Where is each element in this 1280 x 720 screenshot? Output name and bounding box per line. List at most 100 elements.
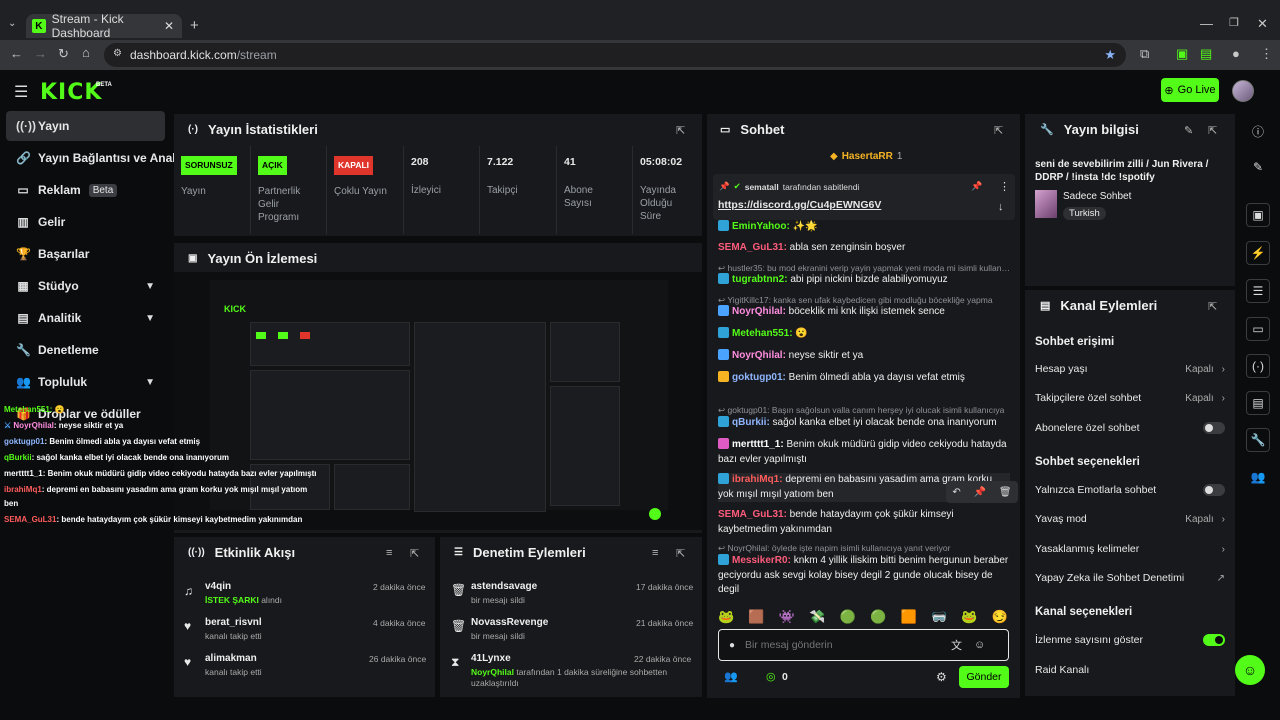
close-window-icon[interactable]: ✕ bbox=[1257, 16, 1268, 32]
hamburger-menu-icon[interactable]: ☰ bbox=[14, 82, 28, 102]
chat-settings-icon[interactable]: ● bbox=[729, 640, 735, 651]
chat-user[interactable]: Metehan551: bbox=[732, 328, 793, 339]
tab-search-icon[interactable]: ⌄ bbox=[8, 18, 16, 29]
slow-mode-row[interactable]: Yavaş mod Kapalı › bbox=[1035, 513, 1225, 525]
emote-icon[interactable]: 🥽 bbox=[931, 609, 947, 625]
translate-icon[interactable]: 文 bbox=[951, 637, 962, 653]
more-options-icon[interactable]: ⋮ bbox=[999, 180, 1010, 193]
show-viewcount-toggle[interactable] bbox=[1203, 634, 1225, 646]
channel-actions-icon[interactable]: ▤ bbox=[1242, 388, 1274, 418]
chat-user[interactable]: EminYahoo: bbox=[732, 221, 790, 232]
address-bar[interactable]: ⚙ dashboard.kick.com/stream ★ bbox=[104, 43, 1126, 67]
emote-icon[interactable]: 🟢 bbox=[870, 609, 886, 625]
category-name[interactable]: Sadece Sohbet bbox=[1063, 191, 1131, 202]
chat-input-box[interactable]: ● 文 ☺ bbox=[718, 629, 1009, 661]
browser-tab[interactable]: K Stream - Kick Dashboard ✕ bbox=[26, 12, 182, 40]
filter-icon[interactable]: ≡ bbox=[386, 547, 392, 559]
sidebar-item-moderation[interactable]: 🔧 Denetleme bbox=[6, 335, 165, 365]
chat-user[interactable]: qBurkii: bbox=[732, 417, 770, 428]
popout-icon[interactable]: ⇱ bbox=[1208, 300, 1217, 313]
emote-icon[interactable]: 🟧 bbox=[901, 609, 917, 625]
broadcast-icon[interactable]: (·) bbox=[1242, 351, 1274, 381]
go-live-button[interactable]: ⊕ Go Live bbox=[1161, 78, 1219, 102]
reload-icon[interactable]: ↻ bbox=[58, 46, 69, 62]
chat-user[interactable]: SEMA_GuL31: bbox=[718, 242, 787, 253]
info-icon[interactable]: ⓘ bbox=[1242, 116, 1274, 146]
sidebar-item-ads[interactable]: ▭ Reklam Beta bbox=[6, 175, 165, 205]
extensions-icon[interactable]: ⧉ bbox=[1140, 46, 1149, 62]
translate-icon[interactable]: ▤ bbox=[1200, 46, 1212, 62]
support-chat-icon[interactable]: ☺ bbox=[1235, 655, 1265, 685]
minimize-icon[interactable]: — bbox=[1200, 16, 1213, 31]
raid-channel-row[interactable]: Raid Kanalı bbox=[1035, 664, 1225, 676]
list-icon[interactable]: ☰ bbox=[1242, 276, 1274, 306]
sidebar-item-studio[interactable]: ▦ Stüdyo ▼ bbox=[6, 271, 165, 301]
gear-icon[interactable]: ⚙ bbox=[936, 670, 947, 684]
send-button[interactable]: Gönder bbox=[959, 666, 1009, 688]
emote-icon[interactable]: 💸 bbox=[809, 609, 825, 625]
ai-moderation-row[interactable]: Yapay Zeka ile Sohbet Denetimi ↗ bbox=[1035, 572, 1225, 584]
chat-user[interactable]: ibrahiMq1: bbox=[732, 474, 783, 485]
emoji-icon[interactable]: ☺ bbox=[974, 639, 985, 651]
sidebar-item-stream-key[interactable]: 🔗 Yayın Bağlantısı ve Anahtar bbox=[6, 143, 174, 173]
emote-only-toggle[interactable] bbox=[1203, 484, 1225, 496]
chat-user[interactable]: MessikerR0: bbox=[732, 555, 791, 566]
popout-icon[interactable]: ⇱ bbox=[1208, 124, 1217, 137]
top-gifter[interactable]: ◆ HasertaRR 1 bbox=[830, 151, 902, 162]
home-icon[interactable]: ⌂ bbox=[82, 45, 90, 60]
account-age-row[interactable]: Hesap yaşı Kapalı › bbox=[1035, 363, 1225, 375]
emote-icon[interactable]: 🟢 bbox=[840, 609, 856, 625]
popout-icon[interactable]: ⇱ bbox=[676, 124, 685, 137]
chat-user[interactable]: goktugp01: bbox=[732, 372, 786, 383]
site-info-icon[interactable]: ⚙ bbox=[113, 48, 122, 59]
sidebar-item-revenue[interactable]: ▥ Gelir bbox=[6, 207, 165, 237]
preview-icon[interactable]: ▣ bbox=[1242, 200, 1274, 230]
pin-icon[interactable]: 📌 bbox=[974, 487, 986, 498]
trash-icon[interactable]: 🗑 bbox=[999, 487, 1012, 498]
close-tab-icon[interactable]: ✕ bbox=[164, 19, 174, 33]
language-tag[interactable]: Turkish bbox=[1063, 207, 1106, 220]
chat-users-icon[interactable]: 👥 bbox=[724, 670, 738, 683]
chat-user[interactable]: mertttt1_1: bbox=[732, 439, 784, 450]
subscribers-only-toggle[interactable] bbox=[1203, 422, 1225, 434]
profile-icon[interactable]: ● bbox=[1232, 46, 1240, 61]
followers-only-row[interactable]: Takipçilere özel sohbet Kapalı › bbox=[1035, 392, 1225, 404]
emote-icon[interactable]: 😏 bbox=[992, 609, 1008, 625]
edit-icon[interactable]: ✎ bbox=[1184, 124, 1193, 137]
expand-down-icon[interactable]: ↓ bbox=[998, 201, 1004, 213]
unpin-icon[interactable]: 📌 bbox=[971, 181, 982, 192]
sidebar-item-achievements[interactable]: 🏆 Başarılar bbox=[6, 239, 165, 269]
forward-icon[interactable]: → bbox=[34, 46, 47, 61]
reply-icon[interactable]: ↶ bbox=[952, 487, 960, 498]
emote-icon[interactable]: 🐸 bbox=[718, 609, 734, 625]
sidebar-item-stream[interactable]: ((·)) Yayın bbox=[6, 111, 165, 141]
filter-icon[interactable]: ≡ bbox=[652, 547, 658, 559]
sidebar-item-analytics[interactable]: ▤ Analitik ▼ bbox=[6, 303, 165, 333]
popout-icon[interactable]: ⇱ bbox=[676, 547, 685, 560]
new-tab-icon[interactable]: + bbox=[190, 17, 199, 34]
restore-icon[interactable]: ❐ bbox=[1229, 16, 1239, 29]
banned-words-row[interactable]: Yasaklanmış kelimeler › bbox=[1035, 543, 1225, 555]
kick-logo[interactable]: KICK bbox=[40, 80, 102, 105]
chat-message-input[interactable] bbox=[745, 639, 946, 651]
popout-icon[interactable]: ⇱ bbox=[994, 124, 1003, 137]
emote-icon[interactable]: 🐸 bbox=[961, 609, 977, 625]
chat-icon[interactable]: ▭ bbox=[1242, 314, 1274, 344]
chat-user[interactable]: NoyrQhilal: bbox=[732, 306, 786, 317]
lightning-icon[interactable]: ⚡ bbox=[1242, 238, 1274, 268]
back-icon[interactable]: ← bbox=[10, 46, 23, 61]
popout-icon[interactable]: ⇱ bbox=[410, 547, 419, 560]
edit-icon[interactable]: ✎ bbox=[1242, 152, 1274, 182]
wrench-icon[interactable]: 🔧 bbox=[1242, 425, 1274, 455]
sidebar-item-community[interactable]: 👥 Topluluk ▼ bbox=[6, 367, 165, 397]
bookmark-star-icon[interactable]: ★ bbox=[1104, 47, 1116, 63]
chat-user[interactable]: NoyrQhilal: bbox=[732, 350, 786, 361]
emote-icon[interactable]: 🟫 bbox=[748, 609, 764, 625]
user-avatar[interactable] bbox=[1232, 80, 1254, 102]
emote-icon[interactable]: 👾 bbox=[779, 609, 795, 625]
pinned-link[interactable]: https://discord.gg/Cu4pEWNG6V bbox=[718, 199, 881, 211]
browser-menu-icon[interactable]: ⋮ bbox=[1260, 46, 1273, 62]
extension-icon[interactable]: ▣ bbox=[1176, 46, 1188, 62]
users-icon[interactable]: 👥 bbox=[1242, 462, 1274, 492]
chat-user[interactable]: tugrabtnn2: bbox=[732, 274, 788, 285]
